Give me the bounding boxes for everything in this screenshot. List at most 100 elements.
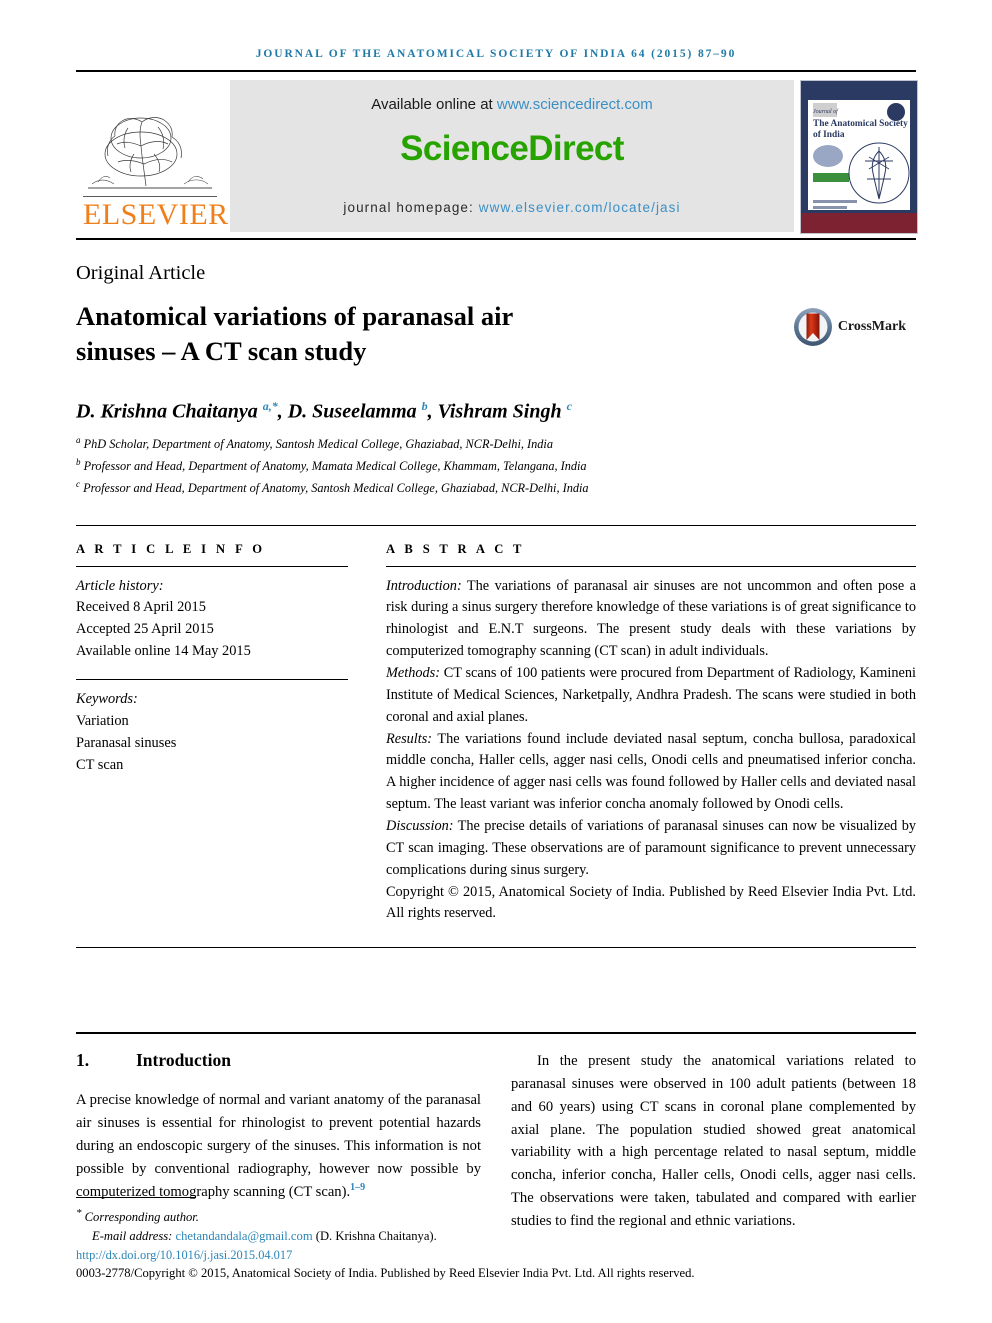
author-separator-2: , [427, 400, 438, 423]
cover-journal-of-label: Journal of [813, 109, 838, 115]
abstract-methods-text: CT scans of 100 patients were procured f… [386, 665, 916, 725]
sciencedirect-logo: ScienceDirect [400, 129, 624, 168]
keywords-label: Keywords: [76, 691, 138, 708]
cover-top-band [801, 81, 917, 100]
affiliation-text: Professor and Head, Department of Anatom… [80, 458, 587, 473]
abstract-divider [386, 565, 916, 567]
abstract-column: A B S T R A C T Introduction: The variat… [386, 542, 916, 926]
available-online-prefix: Available online at [371, 96, 497, 113]
journal-homepage-link[interactable]: www.elsevier.com/locate/jasi [479, 200, 681, 215]
info-block-top-divider [76, 524, 916, 526]
journal-cover-thumbnail: Journal of The Anatomical Society of Ind… [800, 80, 918, 234]
body-top-divider [76, 1032, 916, 1035]
affiliation-item: b Professor and Head, Department of Anat… [76, 455, 916, 477]
affiliation-text: Professor and Head, Department of Anatom… [80, 480, 589, 495]
page-title: Anatomical variations of paranasal air s… [76, 299, 513, 369]
cover-title-line1: The Anatomical Society [813, 119, 908, 129]
affiliation-item: c Professor and Head, Department of Anat… [76, 477, 916, 499]
author-2-name: D. Suseelamma [287, 400, 422, 423]
corresponding-author-text: Corresponding author. [81, 1210, 199, 1225]
header-divider [76, 70, 916, 72]
abstract-methods: Methods: CT scans of 100 patients were p… [386, 663, 916, 729]
intro-paragraph-text: A precise knowledge of normal and varian… [76, 1092, 481, 1201]
email-line: E-mail address: chetandandala@gmail.com … [76, 1227, 916, 1246]
reference-citation-link[interactable]: 1–9 [350, 1182, 365, 1193]
abstract-heading: A B S T R A C T [386, 541, 525, 556]
journal-homepage-prefix: journal homepage: [343, 200, 479, 215]
affiliation-text: PhD Scholar, Department of Anatomy, Sant… [80, 436, 553, 451]
abstract-introduction: Introduction: The variations of paranasa… [386, 576, 916, 663]
email-link[interactable]: chetandandala@gmail.com [175, 1229, 312, 1243]
title-row: Anatomical variations of paranasal air s… [76, 299, 916, 369]
issn-copyright-line: 0003-2778/Copyright © 2015, Anatomical S… [76, 1266, 695, 1280]
crossmark-badge[interactable]: CrossMark [793, 307, 906, 347]
running-head: Journal of the Anatomical Society of Ind… [255, 48, 737, 60]
abstract-results-text: The variations found include deviated na… [386, 730, 916, 813]
title-line-1: Anatomical variations of paranasal air [76, 301, 514, 331]
info-abstract-block: A R T I C L E I N F O Article history: R… [76, 542, 916, 926]
crossmark-icon [793, 308, 832, 346]
email-owner: (D. Krishna Chaitanya). [312, 1229, 437, 1244]
article-received-date: Received 8 April 2015 [76, 599, 206, 616]
abstract-results-label: Results: [386, 730, 433, 747]
cover-green-badge [813, 173, 849, 182]
info-block-bottom-divider [76, 947, 916, 949]
abstract-discussion-text: The precise details of variations of par… [386, 818, 916, 878]
journal-banner: ELSEVIER Available online at www.science… [76, 80, 918, 234]
article-info-heading: A R T I C L E I N F O [76, 541, 266, 556]
keyword-item: Variation [76, 713, 129, 730]
author-3-affiliation-mark[interactable]: c [567, 399, 572, 413]
abstract-body: Introduction: The variations of paranasa… [386, 576, 916, 926]
abstract-introduction-label: Introduction: [386, 577, 462, 594]
cover-volume-bar [813, 206, 847, 209]
footnote-block: * Corresponding author. E-mail address: … [76, 1197, 916, 1281]
journal-cover-block: Journal of The Anatomical Society of Ind… [800, 80, 918, 234]
author-3-name: Vishram Singh [437, 400, 567, 423]
section-heading-introduction: 1. Introduction [76, 1050, 481, 1071]
keywords-divider [76, 679, 348, 681]
available-online-line: Available online at www.sciencedirect.co… [371, 96, 653, 113]
section-number: 1. [76, 1050, 90, 1071]
author-list: D. Krishna Chaitanya a,*, D. Suseelamma … [76, 399, 916, 424]
article-history: Article history: Received 8 April 2015 A… [76, 576, 348, 664]
abstract-results: Results: The variations found include de… [386, 729, 916, 816]
article-info-divider [76, 565, 348, 567]
affiliation-item: a PhD Scholar, Department of Anatomy, Sa… [76, 433, 916, 455]
doi-link[interactable]: http://dx.doi.org/10.1016/j.jasi.2015.04… [76, 1248, 916, 1263]
abstract-copyright: Copyright © 2015, Anatomical Society of … [386, 883, 916, 922]
keyword-item: Paranasal sinuses [76, 734, 177, 751]
article-available-online-date: Available online 14 May 2015 [76, 643, 251, 660]
keywords-block: Keywords: Variation Paranasal sinuses CT… [76, 689, 348, 777]
article-info-column: A R T I C L E I N F O Article history: R… [76, 542, 348, 926]
article-accepted-date: Accepted 25 April 2015 [76, 621, 214, 638]
journal-homepage-line: journal homepage: www.elsevier.com/locat… [343, 200, 680, 215]
footnote-divider [76, 1197, 196, 1199]
banner-bottom-divider [76, 238, 916, 240]
cover-bottom-band [801, 213, 917, 233]
sciencedirect-panel: Available online at www.sciencedirect.co… [230, 80, 794, 232]
cover-title: The Anatomical Society of India [813, 119, 909, 141]
intro-paragraph: A precise knowledge of normal and varian… [76, 1089, 481, 1204]
elsevier-wordmark: ELSEVIER [83, 196, 229, 231]
author-separator-1: , [277, 400, 288, 423]
abstract-discussion-label: Discussion: [386, 818, 454, 835]
elsevier-tree-icon [88, 117, 212, 189]
author-1-affiliation-mark[interactable]: a,* [263, 399, 278, 413]
abstract-methods-label: Methods: [386, 665, 440, 682]
email-label: E-mail address: [92, 1229, 176, 1244]
affiliation-list: a PhD Scholar, Department of Anatomy, Sa… [76, 433, 916, 499]
sciencedirect-link[interactable]: www.sciencedirect.com [497, 96, 653, 113]
abstract-introduction-text: The variations of paranasal air sinuses … [386, 577, 916, 660]
abstract-discussion: Discussion: The precise details of varia… [386, 816, 916, 882]
corresponding-author-note: * Corresponding author. [76, 1205, 916, 1227]
cover-globe-icon [813, 145, 843, 167]
title-line-2: sinuses – A CT scan study [76, 335, 367, 366]
author-1-name: D. Krishna Chaitanya [76, 400, 263, 423]
section-title: Introduction [136, 1050, 231, 1071]
cover-issn-bar [813, 200, 857, 203]
cover-anatomy-illustration [848, 142, 910, 204]
crossmark-label: CrossMark [837, 319, 906, 334]
article-first-page: Journal of the Anatomical Society of Ind… [0, 0, 992, 1323]
article-history-label: Article history: [76, 577, 164, 594]
keyword-item: CT scan [76, 756, 124, 773]
